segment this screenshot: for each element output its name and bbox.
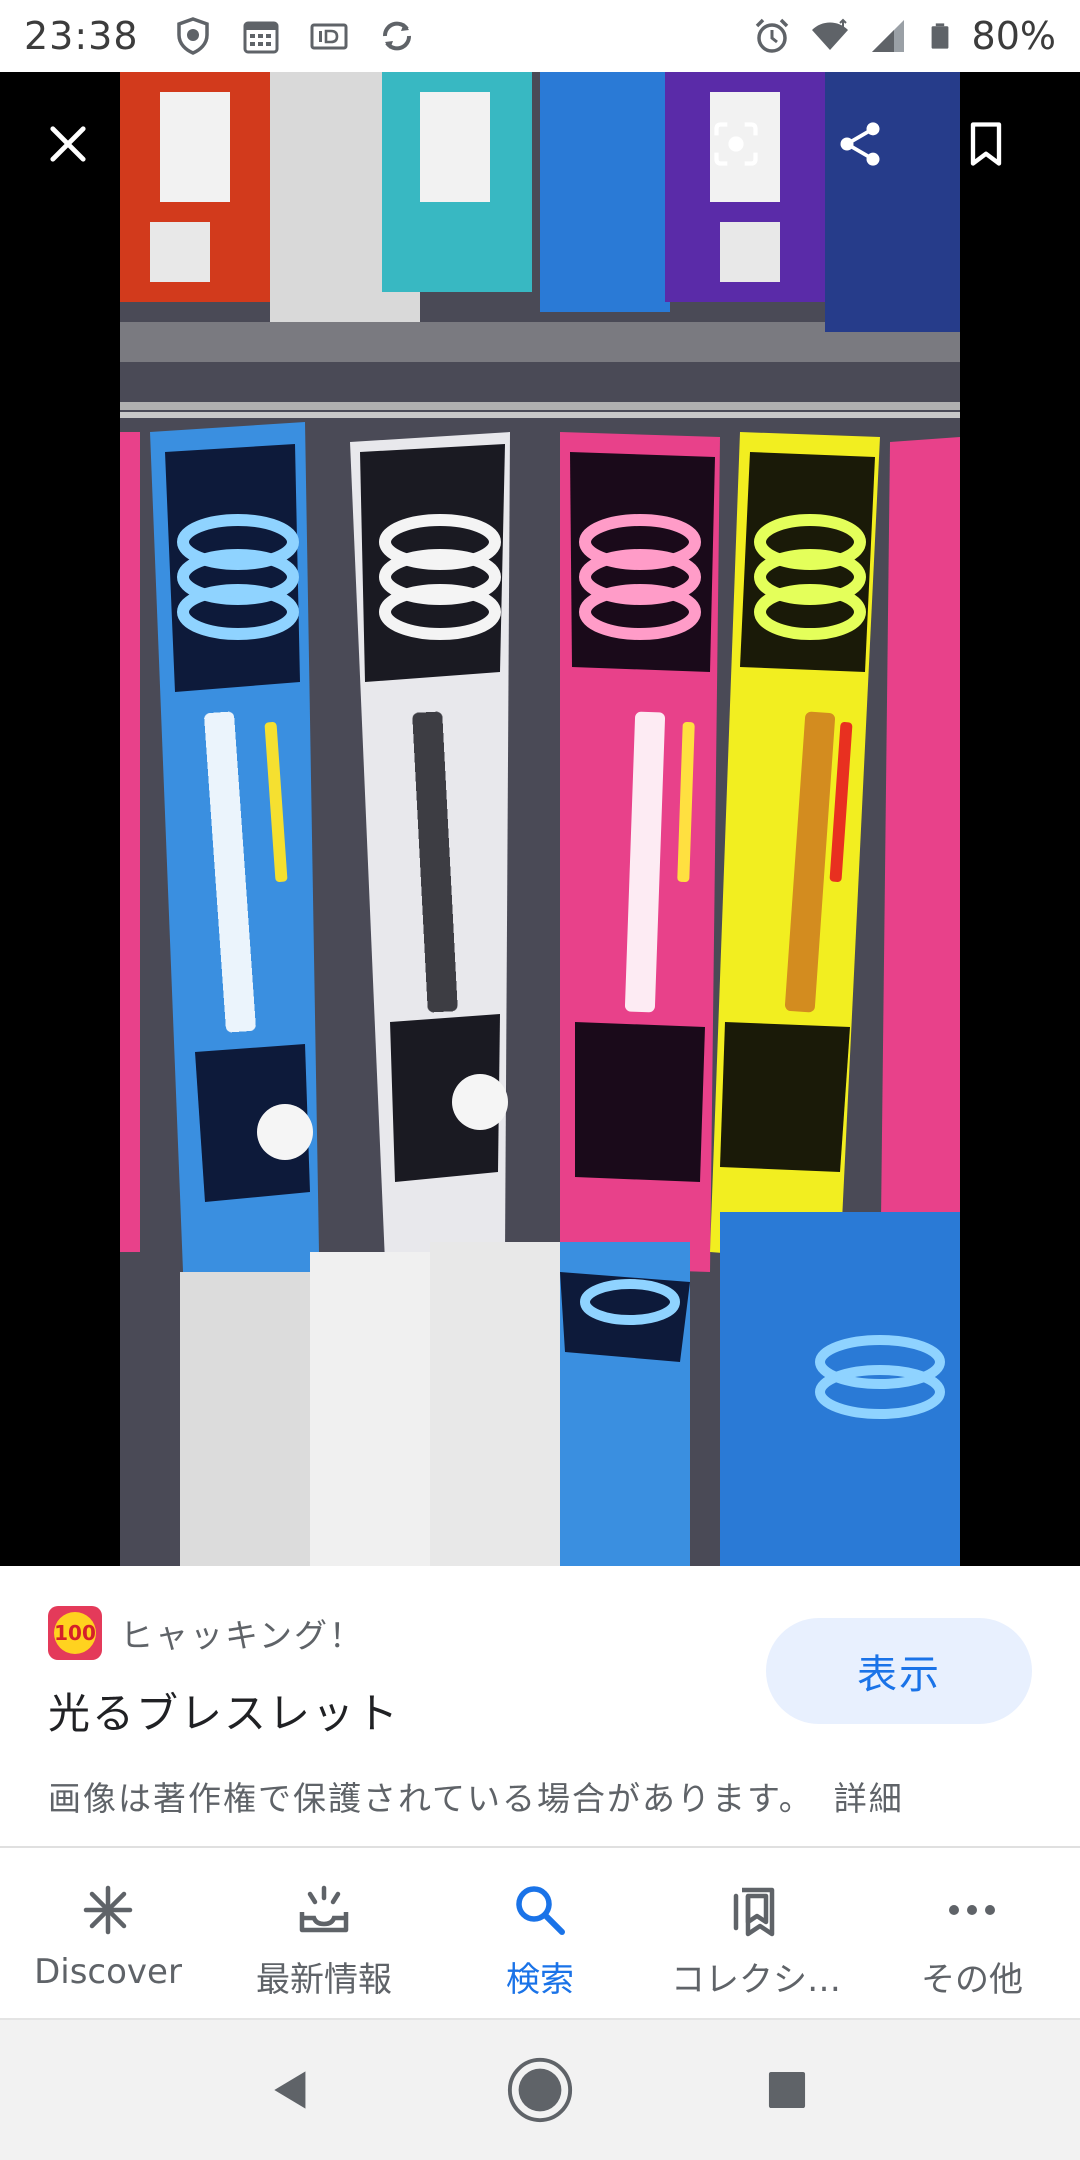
- system-recents-button[interactable]: [751, 2054, 823, 2126]
- bookmark-icon: [970, 122, 1002, 166]
- nav-label-search: 検索: [506, 1960, 574, 2000]
- bottom-navigation: Discover 最新情報 検索 コレクシ… その他: [0, 1846, 1080, 2018]
- battery-percent: 80%: [971, 14, 1056, 58]
- signal-icon: [871, 20, 904, 52]
- nav-collections[interactable]: コレクシ…: [648, 1848, 864, 2018]
- source-row[interactable]: 100 ヒャッキング！: [48, 1606, 364, 1660]
- share-icon: [840, 122, 880, 166]
- system-home-button[interactable]: [504, 2054, 576, 2126]
- calendar-icon: [243, 21, 279, 54]
- back-triangle-icon: [274, 2071, 306, 2109]
- image-title[interactable]: 光るブレスレット: [48, 1680, 400, 1741]
- asterisk-icon: [83, 1885, 133, 1935]
- source-name: ヒャッキング！: [120, 1616, 365, 1655]
- search-icon: [516, 1886, 565, 1935]
- nav-label-collections: コレクシ…: [671, 1960, 841, 2000]
- status-time: 23:38: [24, 14, 139, 58]
- nav-more[interactable]: その他: [864, 1848, 1080, 2018]
- battery-icon: [931, 23, 948, 49]
- shield-icon: [176, 17, 209, 55]
- product-photo[interactable]: [120, 72, 960, 1566]
- source-logo: 100: [48, 1606, 102, 1660]
- status-notification-icons: [173, 16, 417, 56]
- nav-label-updates: 最新情報: [256, 1960, 392, 2000]
- collections-icon: [733, 1887, 775, 1937]
- nav-label-more: その他: [921, 1960, 1023, 2000]
- nav-discover[interactable]: Discover: [0, 1848, 216, 2018]
- share-button[interactable]: [828, 112, 892, 176]
- status-system-icons: 80%: [752, 14, 1056, 58]
- alarm-icon: [755, 18, 788, 53]
- image-viewer: [0, 72, 1080, 1566]
- updates-icon: [299, 1885, 349, 1933]
- sync-icon: [382, 21, 411, 51]
- details-link[interactable]: 詳細: [834, 1779, 904, 1818]
- system-back-button[interactable]: [257, 2054, 329, 2126]
- more-icon: [949, 1905, 995, 1915]
- nav-label-discover: Discover: [34, 1952, 182, 1992]
- source-logo-text: 100: [54, 1612, 96, 1654]
- system-navigation-bar: [0, 2018, 1080, 2160]
- image-info-panel: 100 ヒャッキング！ 光るブレスレット 表示 画像は著作権で保護されている場合…: [0, 1566, 1080, 1846]
- home-circle-icon: [507, 2057, 573, 2123]
- copyright-notice: 画像は著作権で保護されている場合があります。 詳細: [48, 1772, 904, 1820]
- bookmark-button[interactable]: [954, 112, 1018, 176]
- wifi-icon: [811, 18, 848, 50]
- lens-icon: [714, 122, 758, 166]
- recents-square-icon: [768, 2071, 805, 2109]
- status-bar: 23:38 80%: [0, 0, 1080, 72]
- nav-updates[interactable]: 最新情報: [216, 1848, 432, 2018]
- close-button[interactable]: [36, 112, 100, 176]
- glow-bracelet-packages-image: [120, 72, 960, 1566]
- view-button[interactable]: 表示: [766, 1618, 1032, 1724]
- lens-button[interactable]: [704, 112, 768, 176]
- id-icon: [310, 23, 348, 50]
- copyright-text: 画像は著作権で保護されている場合があります。: [48, 1779, 814, 1818]
- close-icon: [50, 126, 86, 162]
- nav-search[interactable]: 検索: [432, 1848, 648, 2018]
